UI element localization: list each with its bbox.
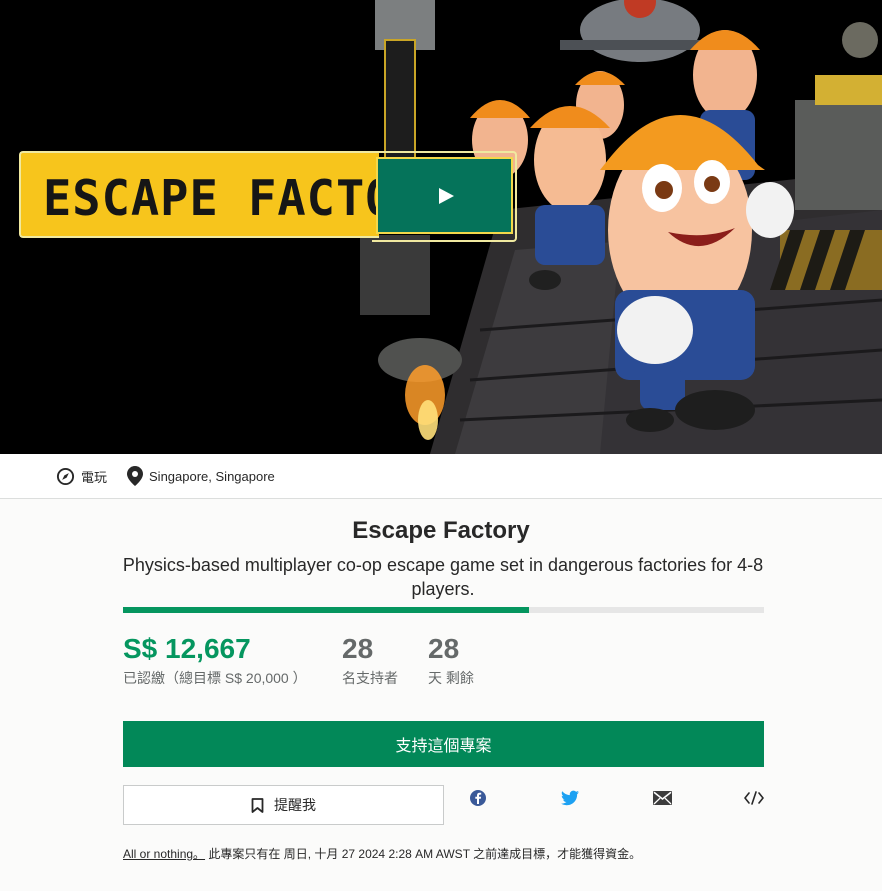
backers-stat: 28 名支持者 xyxy=(342,632,398,688)
category-link[interactable]: 電玩 xyxy=(56,467,107,486)
remind-me-label: 提醒我 xyxy=(274,797,316,813)
compass-icon xyxy=(56,467,75,485)
project-blurb: Physics-based multiplayer co-op escape g… xyxy=(122,555,764,599)
funding-progress-fill xyxy=(123,607,529,613)
email-icon xyxy=(652,791,672,805)
days-left-count: 28 xyxy=(428,633,460,664)
pledged-amount: S$ 12,667 xyxy=(123,633,251,664)
backers-label: 名支持者 xyxy=(342,670,398,686)
play-video-button[interactable] xyxy=(372,151,517,242)
game-logo-banner: ESCAPE FACTORY xyxy=(19,151,379,238)
share-embed-button[interactable] xyxy=(744,788,764,808)
category-label: 電玩 xyxy=(81,469,108,485)
facebook-icon xyxy=(470,790,486,806)
project-title: Escape Factory xyxy=(352,517,530,544)
days-left-label: 天 剩餘 xyxy=(428,670,474,686)
pledged-label: 已認繳（總目標 S$ 20,000 ） xyxy=(123,670,307,686)
funding-deadline-text: 此專案只有在 周日, 十月 27 2024 2:28 AM AWST 之前達成目… xyxy=(208,847,642,861)
location-pin-icon xyxy=(127,466,144,486)
project-video[interactable]: ESCAPE FACTORY xyxy=(0,0,882,454)
funding-terms: All or nothing。 此專案只有在 周日, 十月 27 2024 2:… xyxy=(123,845,641,862)
twitter-icon xyxy=(561,790,579,806)
backers-count: 28 xyxy=(342,633,374,664)
remind-me-button[interactable]: 提醒我 xyxy=(123,785,444,825)
share-email-button[interactable] xyxy=(652,788,672,808)
location-link[interactable]: Singapore, Singapore xyxy=(127,466,275,486)
share-facebook-button[interactable] xyxy=(468,788,488,808)
embed-icon xyxy=(744,791,764,805)
bookmark-icon xyxy=(251,797,264,813)
all-or-nothing-link[interactable]: All or nothing。 xyxy=(123,847,205,861)
pledged-stat: S$ 12,667 已認繳（總目標 S$ 20,000 ） xyxy=(123,632,307,688)
share-twitter-button[interactable] xyxy=(560,788,580,808)
location-label: Singapore, Singapore xyxy=(149,468,275,484)
funding-progress-bar xyxy=(123,607,764,613)
game-logo-text: ESCAPE FACTORY xyxy=(43,169,379,228)
play-icon xyxy=(438,187,454,204)
back-this-project-button[interactable]: 支持這個專案 xyxy=(123,721,764,767)
days-left-stat: 28 天 剩餘 xyxy=(428,632,474,688)
project-meta-bar: 電玩 Singapore, Singapore xyxy=(0,454,882,499)
